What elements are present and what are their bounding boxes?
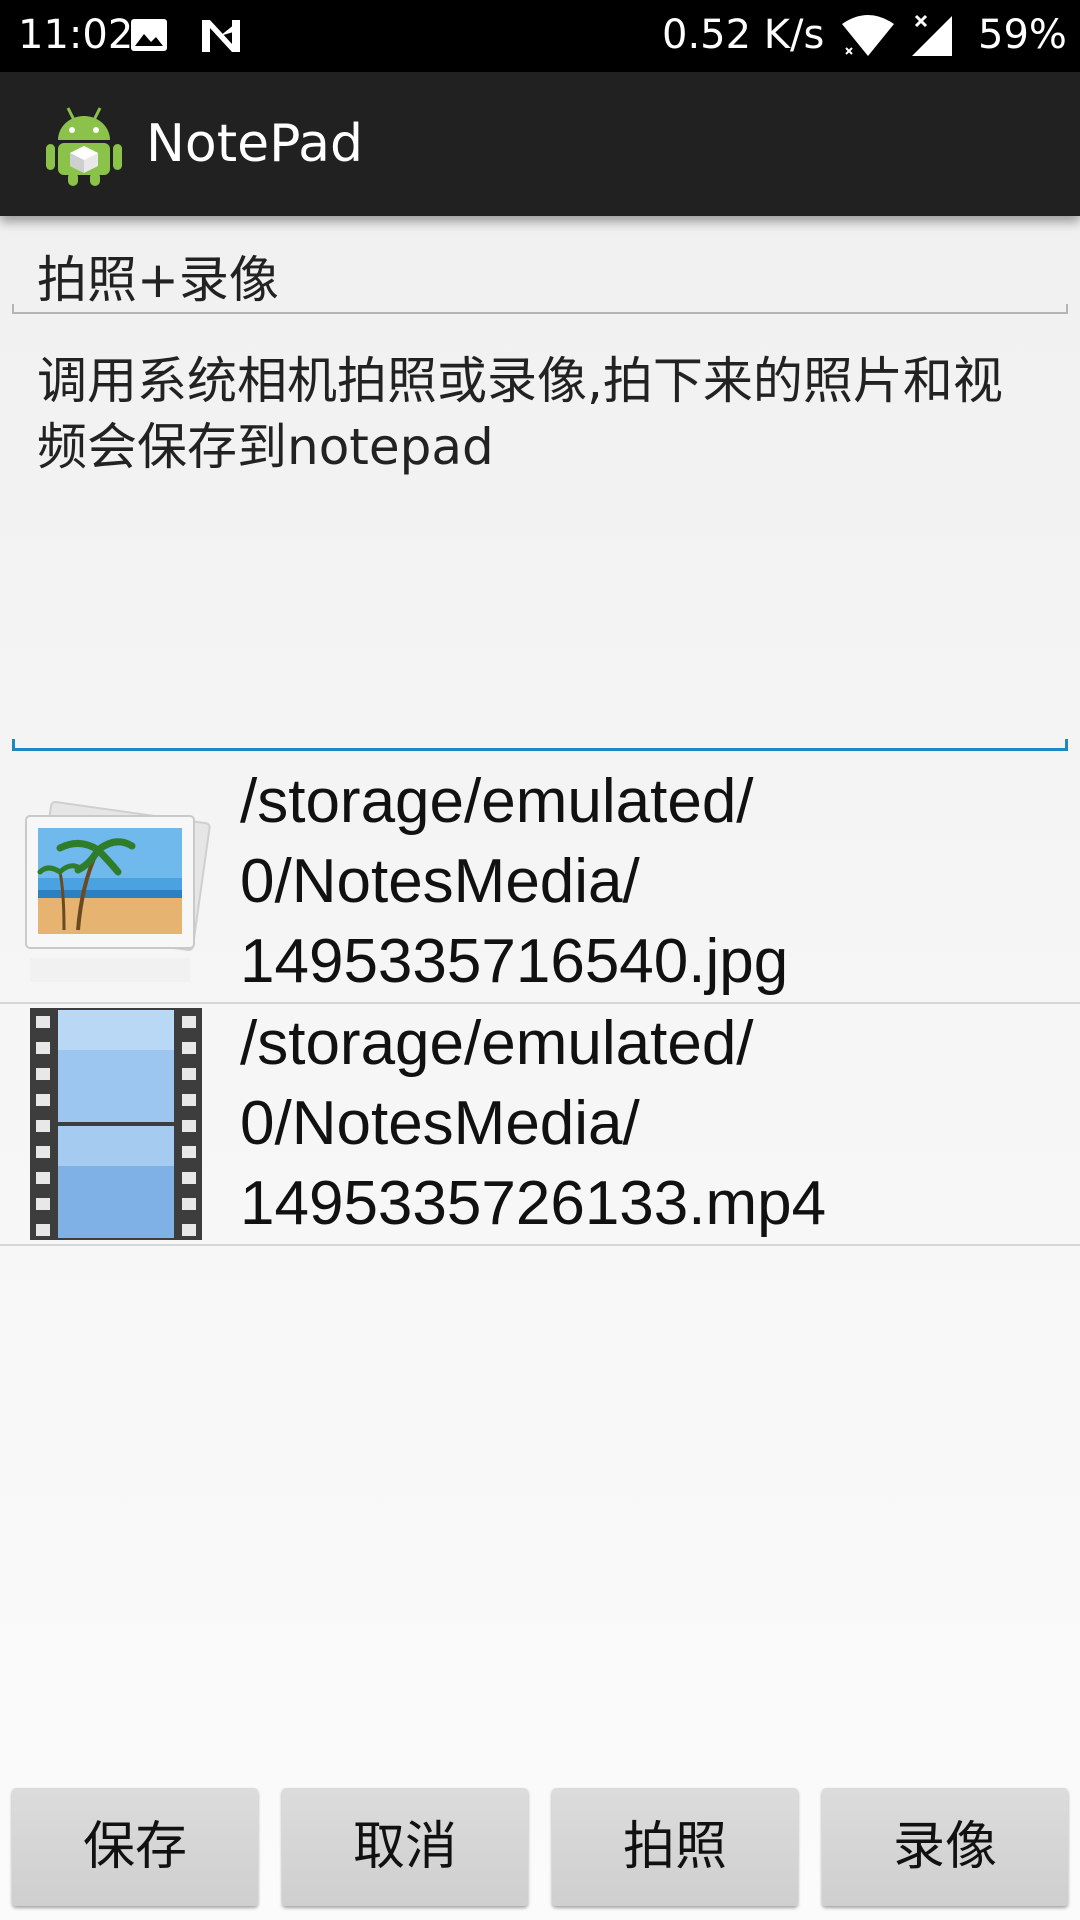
media-path-image: /storage/emulated/0/NotesMedia/149533571…: [240, 767, 789, 996]
note-body-field[interactable]: 调用系统相机拍照或录像,拍下来的照片和视频会保存到notepad: [12, 338, 1068, 751]
media-list: /storage/emulated/0/NotesMedia/149533571…: [0, 762, 1080, 1246]
cancel-button[interactable]: 取消: [282, 1788, 528, 1906]
note-title-text: 拍照+录像: [37, 251, 279, 309]
screen: 11:02 0.52 K/s 59% NotePad 拍照+录像 调用系统相机拍…: [0, 0, 1080, 1920]
status-time: 11:02: [18, 12, 134, 58]
media-path-video: /storage/emulated/0/NotesMedia/149533572…: [240, 1009, 827, 1238]
save-button[interactable]: 保存: [12, 1788, 258, 1906]
media-item-video[interactable]: /storage/emulated/0/NotesMedia/149533572…: [0, 1004, 1080, 1246]
app-title: NotePad: [146, 114, 363, 174]
network-speed: 0.52 K/s: [662, 12, 825, 58]
n-icon: [202, 20, 240, 52]
media-item-image[interactable]: /storage/emulated/0/NotesMedia/149533571…: [0, 762, 1080, 1004]
record-video-button[interactable]: 录像: [822, 1788, 1068, 1906]
button-row: 保存 取消 拍照 录像: [0, 1788, 1080, 1908]
signal-icon: [912, 14, 952, 56]
photo-thumbnail-icon: [25, 801, 211, 982]
note-body-text: 调用系统相机拍照或录像,拍下来的照片和视频会保存到notepad: [37, 352, 1003, 476]
app-bar: NotePad: [0, 72, 1080, 216]
battery-percent: 59%: [978, 12, 1067, 58]
film-strip-icon: [30, 1008, 202, 1240]
android-app-icon: [46, 107, 122, 186]
image-notification-icon: [131, 19, 167, 51]
note-title-field[interactable]: 拍照+录像: [12, 236, 1068, 314]
wifi-icon: [842, 15, 894, 56]
take-photo-button[interactable]: 拍照: [552, 1788, 798, 1906]
status-bar: 11:02 0.52 K/s 59%: [0, 0, 1080, 72]
